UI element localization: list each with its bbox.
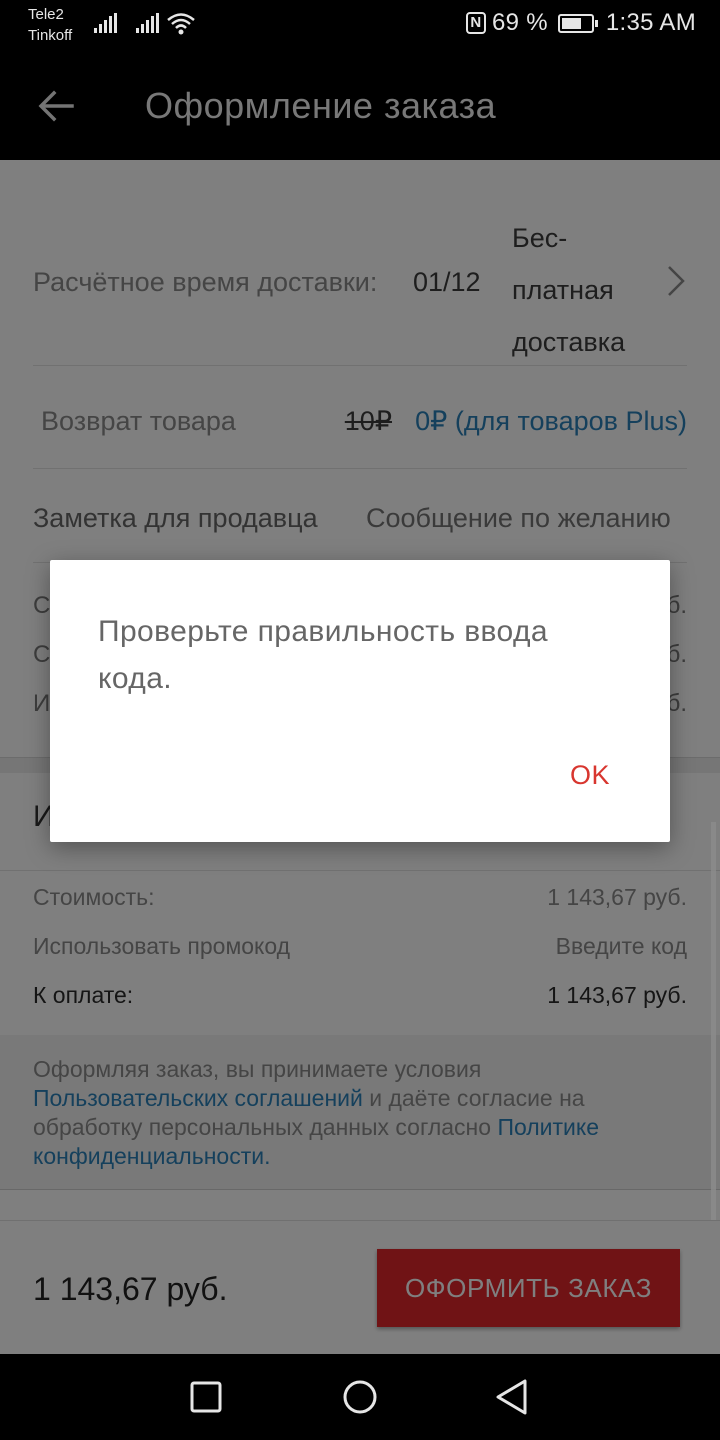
alert-dialog: Проверьте правильность ввода кода. OK — [50, 560, 670, 842]
dialog-ok-button[interactable]: OK — [570, 760, 610, 791]
carrier-2: Tinkoff — [28, 27, 73, 44]
status-right: N 69 % 1:35 AM — [465, 9, 696, 37]
recent-apps-icon[interactable] — [183, 1374, 229, 1420]
signal-1-icon — [94, 13, 117, 33]
battery-percent: 69 % — [491, 9, 548, 36]
nfc-icon: N — [465, 12, 486, 34]
dialog-message: Проверьте правильность ввода кода. — [98, 615, 548, 695]
battery-icon — [557, 13, 598, 33]
signal-2-icon — [136, 13, 159, 33]
nav-back-icon[interactable] — [489, 1374, 535, 1420]
carrier-1: Tele2 — [28, 6, 64, 23]
status-bar: Tele2 Tinkoff N 69 % 1:35 AM — [0, 0, 720, 50]
scrollbar[interactable] — [711, 822, 716, 1220]
home-icon[interactable] — [337, 1374, 383, 1420]
wifi-icon — [167, 13, 195, 35]
system-nav-bar — [0, 1354, 720, 1440]
clock: 1:35 AM — [605, 9, 696, 36]
carrier-names: Tele2 Tinkoff — [28, 4, 72, 46]
